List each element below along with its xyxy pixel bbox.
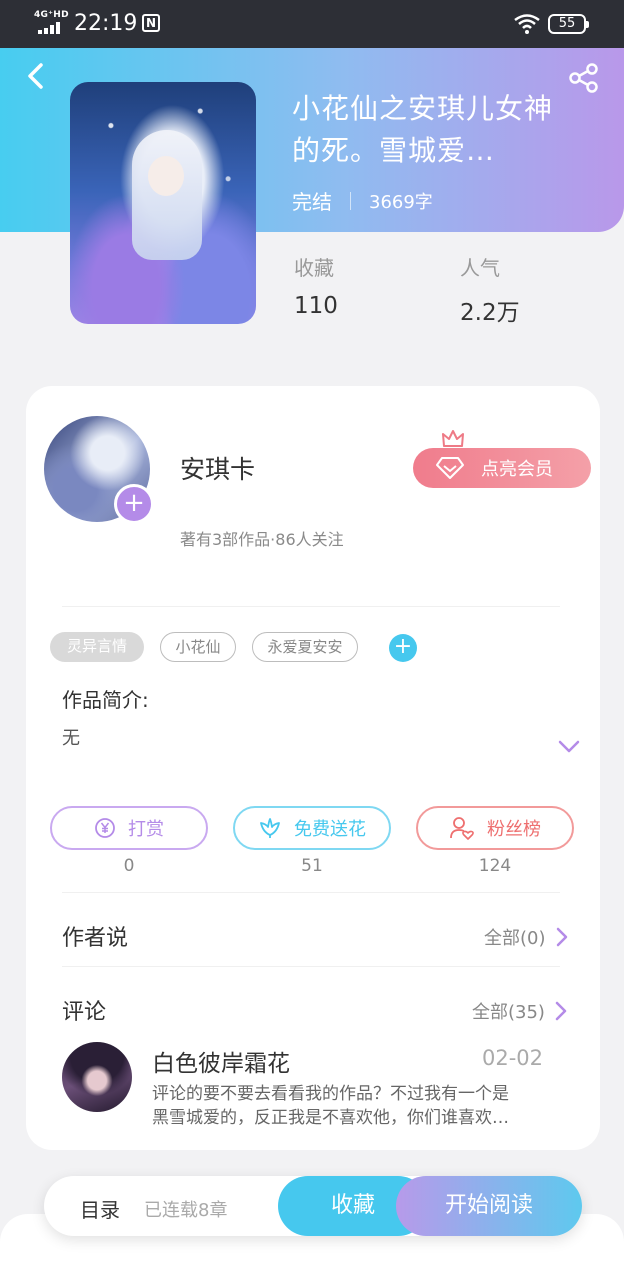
serial-status: 已连载8章 [144, 1200, 228, 1221]
chevron-right-icon [556, 927, 567, 947]
meta-divider [350, 191, 351, 210]
author-says-title: 作者说 [62, 926, 129, 951]
comment-text[interactable]: 评论的要不要去看看我的作品？不过我有一个是 黑雪城爱的，反正我是不喜欢他，你们谁… [152, 1082, 552, 1130]
stat-popularity: 人气 2.2万 [460, 252, 520, 327]
book-status: 完结 [292, 190, 332, 214]
yen-coin-icon [95, 818, 115, 838]
nfc-icon: N [142, 14, 160, 32]
comment-line: 评论的要不要去看看我的作品？不过我有一个是 [152, 1084, 509, 1104]
comments-all-label: 全部(35) [472, 1002, 545, 1023]
cover-face [148, 156, 184, 196]
author-stats: 著有3部作品·86人关注 [180, 530, 344, 549]
flower-icon [260, 818, 280, 838]
intro-text: 无 [62, 728, 80, 749]
intro-label: 作品简介: [62, 688, 149, 712]
comment-line: 黑雪城爱的，反正我是不喜欢他，你们谁喜欢… [152, 1108, 509, 1128]
stat-value: 2.2万 [460, 300, 520, 326]
stat-label: 人气 [460, 256, 500, 280]
signal-icon [38, 22, 62, 34]
stat-favorites: 收藏 110 [294, 252, 338, 319]
chevron-right-icon [555, 1001, 567, 1021]
word-count: 3669字 [369, 191, 433, 213]
tag-item[interactable]: 小花仙 [160, 632, 236, 662]
follow-author-button[interactable]: + [114, 484, 154, 524]
fan-count: 124 [478, 856, 512, 876]
stat-value: 110 [294, 293, 338, 319]
fan-rank-label: 粉丝榜 [487, 819, 541, 840]
comment-user-name[interactable]: 白色彼岸霜花 [152, 1044, 290, 1078]
fan-user-icon [450, 817, 474, 840]
network-type: 4G⁺HD [34, 10, 69, 20]
reward-button[interactable]: 打赏 [50, 806, 208, 850]
comment-date: 02-02 [482, 1046, 544, 1070]
tag-item[interactable]: 灵异言情 [50, 632, 144, 662]
send-flower-button[interactable]: 免费送花 [233, 806, 391, 850]
divider [62, 606, 560, 607]
clock: 22:19 [74, 11, 138, 36]
author-says-all-link[interactable]: 全部(0) [484, 924, 568, 950]
back-icon[interactable] [22, 62, 50, 90]
author-name[interactable]: 安琪卡 [180, 450, 255, 486]
fan-rank-button[interactable]: 粉丝榜 [416, 806, 574, 850]
status-bar: 4G⁺HD 22:19 N 55 [0, 0, 624, 48]
author-says-all-label: 全部(0) [484, 928, 546, 949]
comment-user-avatar[interactable] [62, 1042, 132, 1112]
share-icon[interactable] [568, 62, 600, 94]
comments-title: 评论 [62, 1000, 107, 1025]
battery-icon: 55 [548, 14, 589, 34]
start-reading-button[interactable]: 开始阅读 [396, 1176, 582, 1236]
diamond-icon [436, 457, 464, 479]
divider [62, 892, 560, 893]
divider [62, 966, 560, 967]
reward-label: 打赏 [128, 819, 164, 840]
comments-all-link[interactable]: 全部(35) [472, 998, 567, 1024]
flower-count: 51 [301, 856, 323, 876]
book-meta: 完结 3669字 [292, 186, 433, 215]
book-title: 小花仙之安琪儿女神的死。雪城爱… [292, 92, 554, 167]
reward-count: 0 [123, 856, 135, 876]
stat-label: 收藏 [294, 256, 334, 280]
wifi-icon [514, 14, 540, 34]
toc-button[interactable]: 目录 [80, 1194, 120, 1223]
member-button-label: 点亮会员 [481, 459, 553, 480]
crown-icon [442, 430, 464, 450]
send-flower-label: 免费送花 [294, 819, 366, 840]
add-tag-button[interactable]: + [389, 634, 417, 662]
book-cover[interactable] [70, 82, 256, 324]
chevron-down-icon[interactable] [558, 740, 580, 754]
tag-item[interactable]: 永爱夏安安 [252, 632, 358, 662]
member-button[interactable]: 点亮会员 [413, 448, 591, 488]
